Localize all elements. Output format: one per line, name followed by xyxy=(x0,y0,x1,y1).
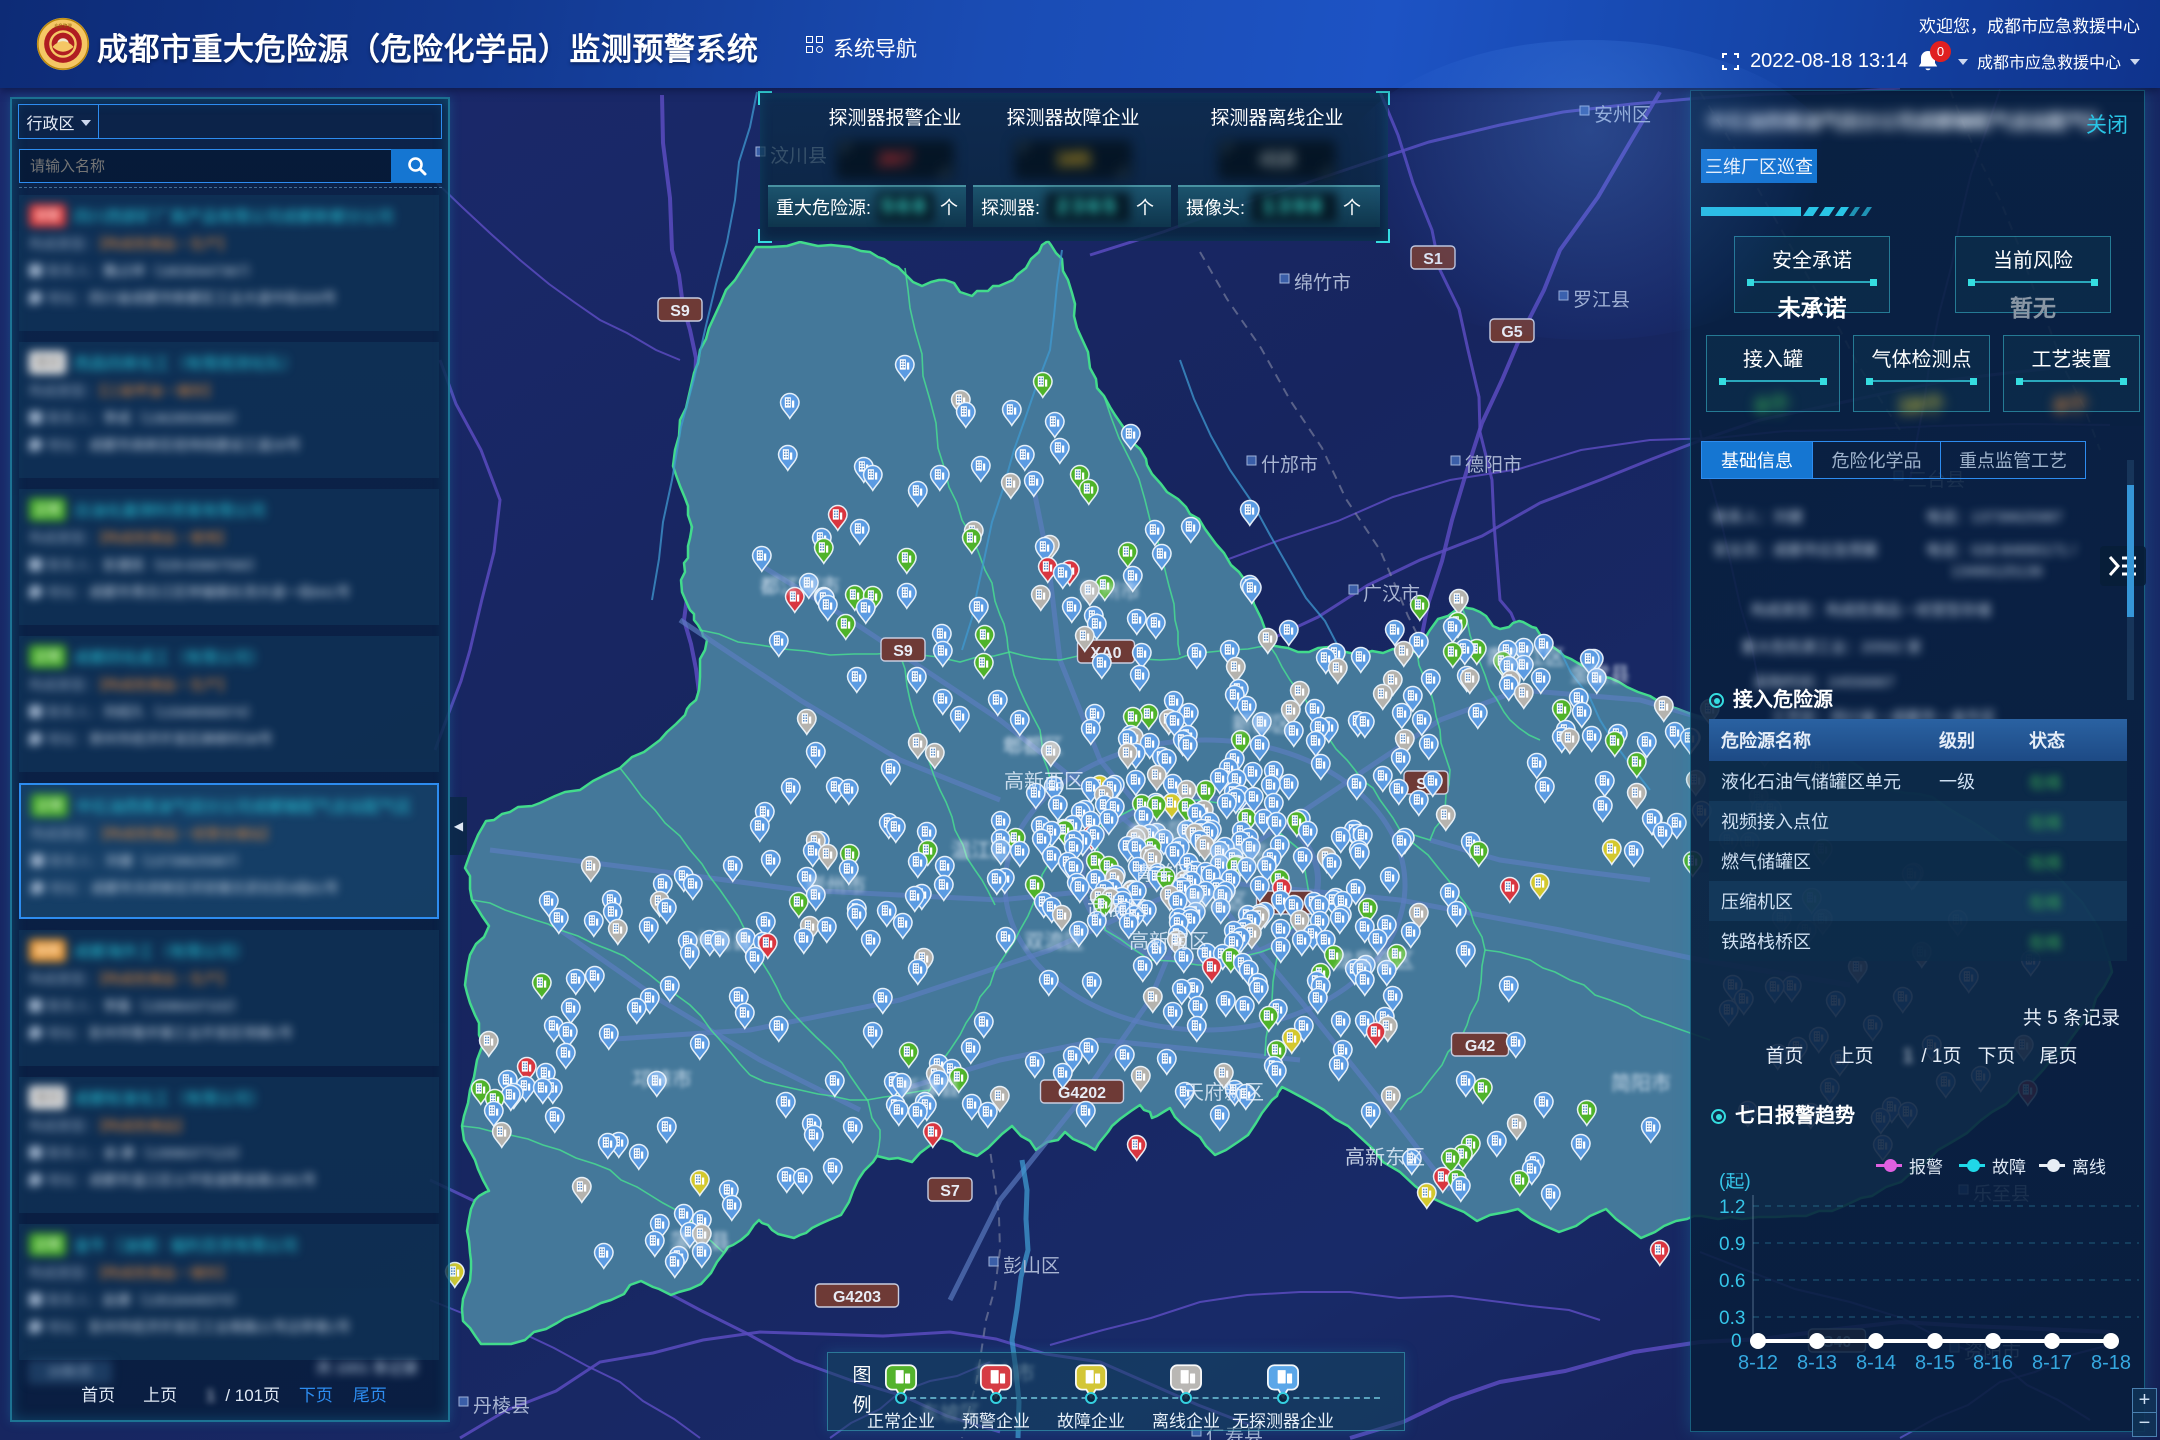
svg-text:青羊区: 青羊区 xyxy=(1134,862,1194,885)
svg-text:0.9: 0.9 xyxy=(1719,1234,1745,1255)
svg-text:简阳市: 简阳市 xyxy=(1611,1072,1671,1095)
svg-text:新都区: 新都区 xyxy=(1232,713,1292,736)
svg-text:什邡市: 什邡市 xyxy=(1261,454,1318,476)
svg-text:1.2: 1.2 xyxy=(1719,1197,1745,1218)
svg-text:S9: S9 xyxy=(893,643,913,660)
svg-text:应急管理: 应急管理 xyxy=(54,23,72,30)
svg-text:8-15: 8-15 xyxy=(1915,1352,1955,1374)
svg-text:0.6: 0.6 xyxy=(1719,1271,1745,1292)
svg-text:S7: S7 xyxy=(940,1183,960,1200)
svg-text:S9: S9 xyxy=(670,303,690,320)
svg-text:温江区: 温江区 xyxy=(951,839,1011,862)
svg-text:德阳市: 德阳市 xyxy=(1465,454,1522,476)
svg-text:双流区: 双流区 xyxy=(1024,930,1084,953)
svg-text:郫都区: 郫都区 xyxy=(1003,735,1063,758)
svg-text:G4202: G4202 xyxy=(1058,1085,1106,1102)
svg-text:8-16: 8-16 xyxy=(1973,1352,2013,1374)
svg-text:高新南区: 高新南区 xyxy=(1129,930,1209,953)
svg-text:8-18: 8-18 xyxy=(2091,1352,2131,1374)
svg-text:高新西区: 高新西区 xyxy=(1004,770,1084,793)
svg-text:(起): (起) xyxy=(1719,1173,1751,1192)
svg-text:0.3: 0.3 xyxy=(1719,1308,1745,1329)
svg-text:彭州市: 彭州市 xyxy=(1080,580,1140,603)
svg-text:丹棱县: 丹棱县 xyxy=(473,1395,530,1417)
svg-text:武侯区: 武侯区 xyxy=(1087,897,1147,920)
svg-text:绵竹市: 绵竹市 xyxy=(1294,272,1351,294)
svg-text:0: 0 xyxy=(1731,1331,1742,1352)
svg-text:金牛区: 金牛区 xyxy=(1128,820,1188,843)
svg-text:都江堰市: 都江堰市 xyxy=(760,575,840,598)
svg-text:8-13: 8-13 xyxy=(1797,1352,1837,1374)
svg-text:彭山区: 彭山区 xyxy=(1003,1255,1060,1277)
svg-text:G42: G42 xyxy=(1465,1038,1495,1055)
svg-text:锦江区: 锦江区 xyxy=(1187,890,1247,913)
svg-text:邛崃市: 邛崃市 xyxy=(632,1068,692,1091)
svg-text:新津县: 新津县 xyxy=(900,1077,960,1100)
svg-text:成华区: 成华区 xyxy=(1208,843,1268,866)
svg-text:蒲江县: 蒲江县 xyxy=(670,1230,730,1253)
svg-text:天府新区: 天府新区 xyxy=(1184,1081,1264,1104)
svg-text:8-14: 8-14 xyxy=(1856,1352,1896,1374)
svg-text:大邑县: 大邑县 xyxy=(692,930,752,953)
svg-text:龙泉驿区: 龙泉驿区 xyxy=(1334,949,1414,972)
svg-text:G4203: G4203 xyxy=(833,1289,881,1306)
svg-text:8-12: 8-12 xyxy=(1738,1352,1778,1374)
svg-text:广汉市: 广汉市 xyxy=(1363,583,1420,605)
svg-text:崇州市: 崇州市 xyxy=(806,874,866,897)
svg-text:高新东区: 高新东区 xyxy=(1345,1146,1425,1169)
svg-text:青白江区: 青白江区 xyxy=(1485,646,1565,669)
svg-text:8-17: 8-17 xyxy=(2032,1352,2072,1374)
svg-text:金堂县: 金堂县 xyxy=(1570,663,1630,686)
